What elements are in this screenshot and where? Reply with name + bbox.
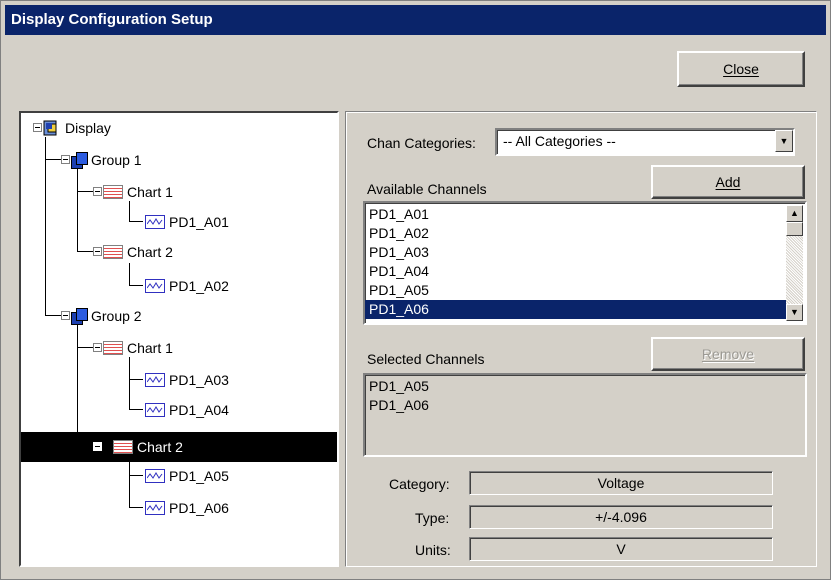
tree-line: [129, 475, 143, 476]
collapse-toggle[interactable]: [93, 343, 102, 352]
chart-icon: [103, 245, 123, 259]
tree-node-label: PD1_A03: [169, 372, 229, 388]
add-button[interactable]: Add: [651, 165, 805, 199]
display-tree[interactable]: Display Group 1 Chart 1 PD1_A01 Chart 2 …: [19, 111, 339, 567]
tree-node-label: Display: [65, 120, 111, 136]
tree-line: [129, 263, 130, 285]
tree-node-channel[interactable]: PD1_A03: [145, 369, 231, 391]
remove-button[interactable]: Remove: [651, 337, 805, 371]
tree-node-group2[interactable]: Group 2: [71, 305, 144, 327]
scrollbar[interactable]: ▲ ▼: [786, 205, 803, 321]
tree-node-group1[interactable]: Group 1: [71, 149, 144, 171]
scroll-thumb[interactable]: [786, 222, 803, 236]
category-field: Voltage: [469, 471, 773, 495]
tree-node-label: Chart 2: [127, 244, 173, 260]
available-channels-label: Available Channels: [367, 181, 487, 197]
tree-node-g1-chart1[interactable]: Chart 1: [103, 181, 175, 203]
selected-channel-item[interactable]: PD1_A06: [365, 396, 805, 415]
tree-node-g2-chart2[interactable]: Chart 2: [113, 436, 185, 458]
scroll-up-icon[interactable]: ▲: [786, 205, 803, 222]
type-label: Type:: [415, 510, 450, 526]
title-bar: Display Configuration Setup: [5, 5, 826, 35]
tree-node-label: PD1_A02: [169, 278, 229, 294]
tree-node-label: Group 1: [91, 152, 142, 168]
tree-line: [129, 221, 143, 222]
close-button[interactable]: Close: [677, 51, 805, 87]
collapse-toggle[interactable]: [93, 247, 102, 256]
chart-icon: [103, 185, 123, 199]
available-channels-items: PD1_A01 PD1_A02 PD1_A03 PD1_A04 PD1_A05 PD1_A…: [365, 205, 786, 319]
selected-channels-items: PD1_A05 PD1_A06: [365, 377, 805, 415]
tree-line: [77, 347, 93, 348]
group-icon: [71, 152, 88, 169]
tree-node-channel[interactable]: PD1_A02: [145, 275, 231, 297]
available-channel-item[interactable]: PD1_A05: [365, 281, 786, 300]
collapse-toggle[interactable]: [33, 123, 42, 132]
tree-node-g2-chart1[interactable]: Chart 1: [103, 337, 175, 359]
units-label: Units:: [415, 542, 451, 558]
tree-line: [129, 285, 143, 286]
tree-node-label: Chart 1: [127, 340, 173, 356]
tree-line: [77, 235, 78, 251]
chart-icon: [113, 440, 133, 454]
tree-line: [129, 357, 130, 409]
chan-categories-select[interactable]: -- All Categories -- ▼: [495, 128, 795, 156]
category-label: Category:: [389, 476, 450, 492]
tree-node-label: Chart 2: [137, 439, 183, 455]
collapse-toggle[interactable]: [93, 442, 102, 451]
available-channel-item[interactable]: PD1_A01: [365, 205, 786, 224]
available-channel-item[interactable]: PD1_A04: [365, 262, 786, 281]
selected-channels-list[interactable]: PD1_A05 PD1_A06: [363, 373, 807, 457]
close-button-label: Close: [723, 61, 759, 77]
add-button-label: Add: [715, 174, 741, 190]
tree-node-label: PD1_A01: [169, 214, 229, 230]
tree-node-label: PD1_A05: [169, 468, 229, 484]
chan-categories-value: -- All Categories --: [503, 133, 616, 149]
group-icon: [71, 308, 88, 325]
tree-node-channel[interactable]: PD1_A06: [145, 497, 231, 519]
tree-node-channel[interactable]: PD1_A01: [145, 211, 231, 233]
dialog-window: Display Configuration Setup Close Displa…: [0, 0, 831, 580]
channel-icon: [145, 279, 165, 293]
collapse-toggle[interactable]: [61, 155, 70, 164]
tree-line: [77, 169, 78, 235]
tree-node-channel[interactable]: PD1_A04: [145, 399, 231, 421]
tree-line: [129, 201, 130, 221]
tree-line: [45, 137, 46, 315]
type-field: +/-4.096: [469, 505, 773, 529]
tree-node-label: PD1_A04: [169, 402, 229, 418]
tree-line: [77, 325, 78, 440]
tree-node-label: PD1_A06: [169, 500, 229, 516]
available-channels-list[interactable]: PD1_A01 PD1_A02 PD1_A03 PD1_A04 PD1_A05 PD1_A…: [363, 201, 807, 325]
channel-icon: [145, 501, 165, 515]
chart-icon: [103, 341, 123, 355]
selected-channels-label: Selected Channels: [367, 351, 485, 367]
chevron-down-icon[interactable]: ▼: [775, 130, 793, 152]
tree-node-label: Group 2: [91, 308, 142, 324]
channel-icon: [145, 373, 165, 387]
display-icon: [43, 119, 61, 137]
available-channel-item[interactable]: PD1_A02: [365, 224, 786, 243]
remove-button-label: Remove: [701, 346, 755, 362]
available-channel-item[interactable]: PD1_A03: [365, 243, 786, 262]
selected-channel-item[interactable]: PD1_A05: [365, 377, 805, 396]
chan-categories-label: Chan Categories:: [367, 135, 476, 151]
tree-line: [77, 191, 93, 192]
tree-line: [77, 251, 93, 252]
channel-icon: [145, 215, 165, 229]
tree-line: [129, 379, 143, 380]
tree-node-g1-chart2[interactable]: Chart 2: [103, 241, 175, 263]
available-channel-item[interactable]: PD1_A06: [365, 300, 786, 319]
scroll-down-icon[interactable]: ▼: [786, 304, 803, 321]
collapse-toggle[interactable]: [93, 187, 102, 196]
tree-node-display[interactable]: Display: [43, 117, 113, 139]
tree-node-channel[interactable]: PD1_A05: [145, 465, 231, 487]
tree-node-label: Chart 1: [127, 184, 173, 200]
units-field: V: [469, 537, 773, 561]
channel-icon: [145, 469, 165, 483]
collapse-toggle[interactable]: [61, 311, 70, 320]
channel-icon: [145, 403, 165, 417]
tree-line: [129, 409, 143, 410]
tree-line: [129, 507, 143, 508]
